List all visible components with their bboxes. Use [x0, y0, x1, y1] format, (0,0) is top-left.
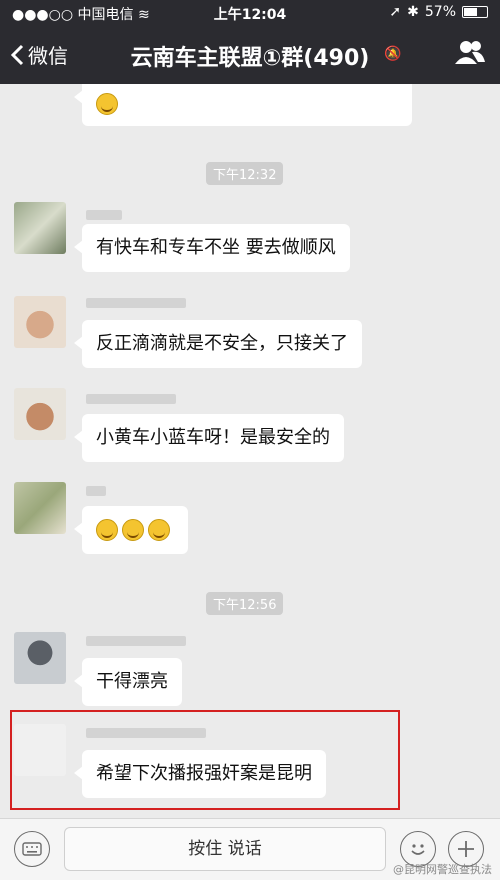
keyboard-icon — [22, 842, 42, 856]
nav-bar: 微信 云南车主联盟①群(490) 🔕 — [0, 26, 500, 84]
status-right: ➚ ✱ 57% — [389, 4, 488, 20]
highlight-box — [10, 710, 400, 810]
timestamp: 下午12:56 — [206, 592, 284, 615]
laugh-emoji-icon — [148, 519, 170, 541]
message-bubble[interactable]: 反正滴滴就是不安全，只接关了 — [74, 320, 362, 368]
avatar[interactable] — [14, 202, 66, 254]
message-text: 干得漂亮 — [96, 671, 168, 692]
keyboard-button[interactable] — [14, 831, 50, 867]
message-bubble[interactable]: 小黄车小蓝车呀！是最安全的 — [74, 414, 344, 462]
avatar[interactable] — [14, 482, 66, 534]
laugh-emoji-icon — [96, 519, 118, 541]
avatar[interactable] — [14, 296, 66, 348]
laugh-emoji-icon — [96, 93, 118, 115]
sender-name — [86, 636, 186, 646]
avatar[interactable] — [14, 388, 66, 440]
message-text: 反正滴滴就是不安全，只接关了 — [96, 333, 348, 354]
message-text: 有快车和专车不坐 要去做顺风 — [96, 237, 336, 258]
hold-to-talk-button[interactable]: 按住 说话 — [64, 827, 386, 871]
avatar[interactable] — [14, 632, 66, 684]
input-bar: 按住 说话 @昆明网警巡查执法 — [0, 818, 500, 880]
message-bubble-emoji[interactable] — [74, 506, 188, 554]
status-bar: ●●●○○ 中国电信 ≋ 上午12:04 ➚ ✱ 57% — [0, 0, 500, 26]
message-bubble-partial[interactable] — [74, 84, 412, 126]
sender-name — [86, 210, 122, 220]
watermark: @昆明网警巡查执法 — [393, 863, 492, 876]
sender-name — [86, 394, 176, 404]
message-bubble[interactable]: 有快车和专车不坐 要去做顺风 — [74, 224, 350, 272]
battery-percent: 57% — [424, 4, 456, 20]
timestamp: 下午12:32 — [206, 162, 284, 185]
group-members-icon[interactable] — [454, 38, 486, 66]
mute-icon: 🔕 — [384, 46, 402, 62]
location-icon: ➚ — [389, 4, 402, 20]
sender-name — [86, 486, 106, 496]
bluetooth-icon: ✱ — [407, 4, 419, 20]
message-text: 小黄车小蓝车呀！是最安全的 — [96, 427, 330, 448]
sender-name — [86, 298, 186, 308]
smiley-icon — [411, 844, 425, 855]
plus-icon — [458, 841, 474, 857]
chat-title: 云南车主联盟①群(490) — [130, 46, 370, 71]
message-bubble[interactable]: 干得漂亮 — [74, 658, 182, 706]
battery-icon — [462, 6, 488, 18]
laugh-emoji-icon — [122, 519, 144, 541]
chat-area[interactable]: 下午12:32 有快车和专车不坐 要去做顺风 反正滴滴就是不安全，只接关了 小黄… — [0, 84, 500, 818]
